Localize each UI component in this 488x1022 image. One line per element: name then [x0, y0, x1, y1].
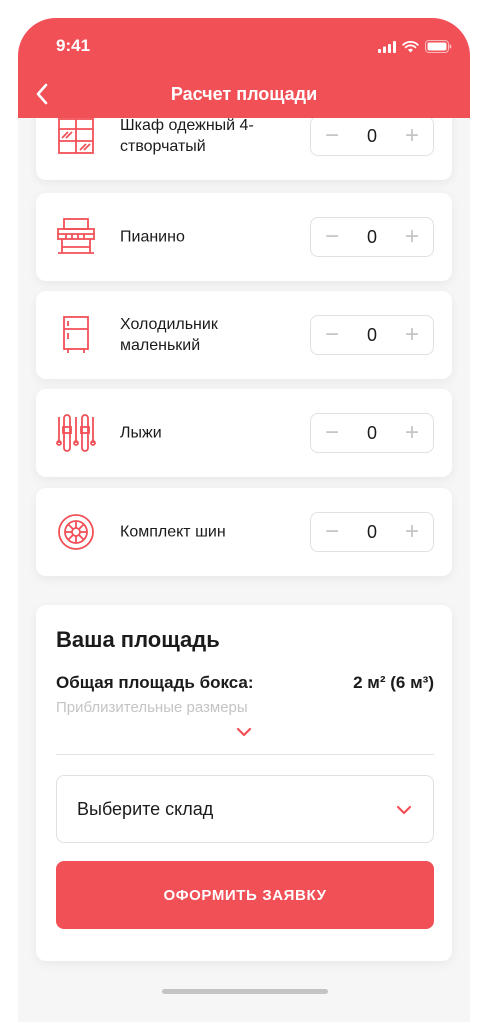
submit-order-button[interactable]: ОФОРМИТЬ ЗАЯВКУ — [56, 861, 434, 929]
summary-title: Ваша площадь — [56, 627, 220, 652]
total-area-label: Общая площадь бокса: — [56, 673, 254, 692]
decrement-button[interactable]: − — [321, 223, 343, 250]
item-card-skis: Лыжи − 0 + — [36, 389, 452, 477]
piano-icon — [56, 217, 96, 257]
item-card-piano: Пианино − 0 + — [36, 193, 452, 281]
tire-icon — [56, 512, 96, 552]
skis-icon — [56, 413, 96, 453]
increment-button[interactable]: + — [401, 223, 423, 250]
quantity-value: 0 — [366, 125, 377, 146]
expand-details-button[interactable] — [234, 725, 254, 739]
home-indicator[interactable] — [162, 989, 328, 994]
wardrobe-icon — [56, 118, 96, 156]
item-label: Лыжи — [120, 424, 162, 442]
quantity-stepper: − 0 + — [310, 512, 434, 552]
quantity-stepper: − 0 + — [310, 413, 434, 453]
fridge-icon — [56, 315, 96, 355]
quantity-value: 0 — [366, 324, 377, 345]
chevron-down-icon — [396, 805, 412, 815]
quantity-value: 0 — [366, 521, 377, 542]
battery-icon — [425, 40, 452, 53]
item-card-tires: Комплект шин − 0 + — [36, 488, 452, 576]
quantity-stepper: − 0 + — [310, 217, 434, 257]
approx-size-hint: Приблизительные размеры — [56, 699, 248, 716]
decrement-button[interactable]: − — [321, 518, 343, 545]
area-summary-card: Ваша площадь Общая площадь бокса: 2 м² (… — [36, 605, 452, 961]
item-label: Комплект шин — [120, 523, 226, 541]
item-card-wardrobe: Шкаф одежный 4-створчатый − 0 + — [36, 118, 452, 180]
quantity-stepper: − 0 + — [310, 315, 434, 355]
divider — [56, 754, 434, 755]
status-icons — [378, 40, 452, 53]
warehouse-select-label: Выберите склад — [77, 799, 214, 819]
warehouse-select[interactable]: Выберите склад — [56, 775, 434, 843]
chevron-down-icon — [236, 727, 252, 737]
content-area[interactable]: Шкаф одежный 4-створчатый − 0 + Пианино … — [18, 118, 470, 1022]
item-card-fridge: Холодильник маленький − 0 + — [36, 291, 452, 379]
app-header: 9:41 Расчет площади — [18, 18, 470, 118]
decrement-button[interactable]: − — [321, 321, 343, 348]
decrement-button[interactable]: − — [321, 122, 343, 149]
page-title: Расчет площади — [170, 84, 318, 104]
status-time: 9:41 — [56, 36, 91, 55]
quantity-stepper: − 0 + — [310, 118, 434, 156]
increment-button[interactable]: + — [401, 122, 423, 149]
quantity-value: 0 — [366, 226, 377, 247]
total-area-value: 2 м² (6 м³) — [353, 673, 434, 692]
increment-button[interactable]: + — [401, 321, 423, 348]
wifi-icon — [402, 40, 419, 52]
item-label: Холодильник маленький — [120, 316, 218, 354]
increment-button[interactable]: + — [401, 518, 423, 545]
item-label: Шкаф одежный 4-створчатый — [120, 118, 254, 155]
increment-button[interactable]: + — [401, 419, 423, 446]
decrement-button[interactable]: − — [321, 419, 343, 446]
cellular-signal-icon — [378, 40, 396, 53]
item-label: Пианино — [120, 228, 185, 246]
quantity-value: 0 — [366, 422, 377, 443]
